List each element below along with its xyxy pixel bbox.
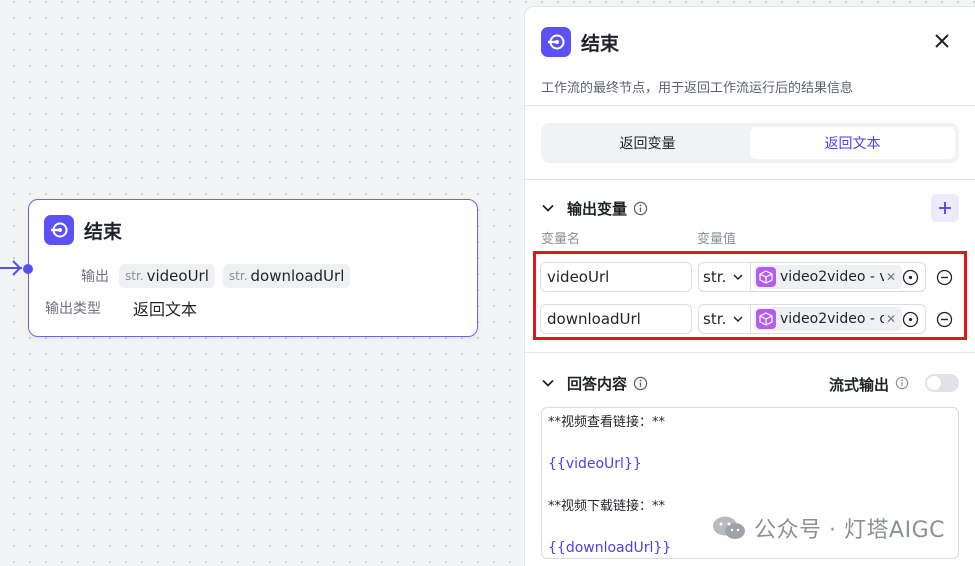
answer-line: **视频查看链接：** [548,415,666,430]
answer-blank-line [548,433,952,454]
chevron-down-icon[interactable] [541,376,555,390]
plus-icon [939,202,951,214]
variable-name-input[interactable]: videoUrl [540,262,692,292]
add-variable-button[interactable] [931,194,959,222]
target-icon[interactable] [902,311,919,328]
output-chip: str. videoUrl [119,264,215,288]
watermark: 公众号 · 灯塔AIGC [712,512,945,544]
variable-value-field[interactable]: str. video2video - downloadUrl ✕ [698,304,926,334]
reference-text: video2video - videoUrl [780,269,884,285]
output-section-title: 输出变量 [567,199,628,218]
variable-reference-tag: video2video - videoUrl ✕ [754,265,902,289]
info-icon[interactable] [633,201,648,216]
node-output-label: 输出 [81,269,109,285]
cube-icon [756,267,776,287]
divider [525,105,975,106]
target-icon[interactable] [902,269,919,286]
tab-return-variables[interactable]: 返回变量 [545,127,750,159]
panel-description: 工作流的最终节点，用于返回工作流运行后的结果信息 [541,81,854,96]
divider [525,179,975,180]
variable-row: videoUrl str. video2video - videoUrl ✕ [540,262,953,292]
variable-value-field[interactable]: str. video2video - videoUrl ✕ [698,262,926,292]
chevron-down-icon[interactable] [541,201,555,215]
cube-icon [756,309,776,329]
watermark-text: 公众号 · 灯塔AIGC [754,518,945,543]
answer-blank-line [548,475,952,496]
node-title: 结束 [84,220,123,243]
variable-reference-tag: video2video - downloadUrl ✕ [754,307,902,331]
type-select[interactable]: str. [699,263,751,291]
answer-section-title: 回答内容 [567,374,628,393]
reference-text: video2video - downloadUrl [780,311,884,327]
info-icon[interactable] [895,376,909,390]
output-section-header[interactable]: 输出变量 [525,188,975,228]
end-node[interactable]: 结束 输出 str. videoUrl str. downloadUrl 输出类型 … [23,199,478,337]
stream-output-toggle[interactable] [925,374,959,392]
node-output-type-label: 输出类型 [45,301,101,317]
end-node-icon [541,27,571,57]
variable-row: downloadUrl str. video2video - downloadU… [540,304,953,334]
answer-variable-line: {{videoUrl}} [548,456,642,472]
type-select-value: str. [703,268,727,286]
tab-return-text[interactable]: 返回文本 [750,127,955,159]
variable-name-input[interactable]: downloadUrl [540,304,692,334]
divider [525,352,975,353]
remove-reference-icon[interactable]: ✕ [886,312,896,326]
node-settings-panel: 结束 工作流的最终节点，用于返回工作流运行后的结果信息 返回变量 返回文本 输出… [524,6,975,566]
output-chip: str. downloadUrl [222,264,351,288]
wechat-icon [713,516,746,539]
close-icon[interactable] [933,32,951,50]
end-node-icon [44,215,74,245]
variable-column-headers: 变量名 变量值 [525,228,975,248]
remove-variable-icon[interactable] [936,311,953,328]
node-output-type-value: 返回文本 [133,300,198,319]
type-select-value: str. [703,310,727,328]
remove-variable-icon[interactable] [936,269,953,286]
chevron-down-icon [733,316,743,323]
panel-title: 结束 [581,32,620,55]
type-select[interactable]: str. [699,305,751,333]
chevron-down-icon [733,274,743,281]
column-header-name: 变量名 [541,232,581,247]
return-mode-tabs: 返回变量 返回文本 [541,123,959,163]
column-header-value: 变量值 [697,232,737,247]
answer-section-header[interactable]: 回答内容 流式输出 [525,363,975,403]
stream-output-label: 流式输出 [828,376,889,394]
info-icon[interactable] [633,376,648,391]
remove-reference-icon[interactable]: ✕ [886,270,896,284]
node-input-port[interactable] [23,264,33,274]
